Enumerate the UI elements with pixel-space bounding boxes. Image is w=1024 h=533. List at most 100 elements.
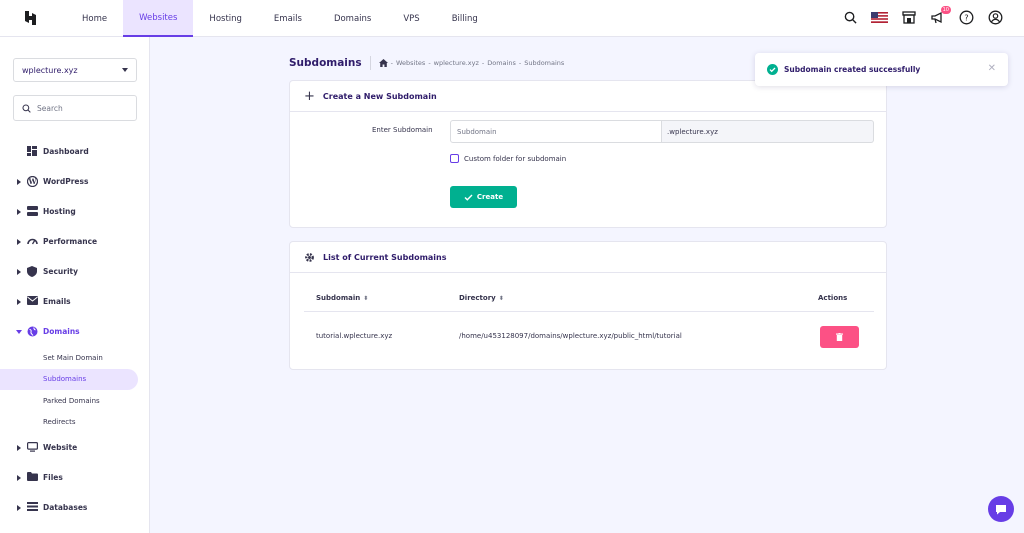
wordpress-icon: W bbox=[26, 175, 39, 188]
nav-link-websites[interactable]: Websites bbox=[123, 0, 194, 37]
chevron-down-icon bbox=[16, 330, 22, 334]
sidebar-item-hosting[interactable]: Hosting bbox=[0, 197, 150, 227]
column-directory-label: Directory bbox=[459, 294, 496, 302]
sidebar-item-dashboard[interactable]: Dashboard bbox=[0, 137, 150, 167]
globe-icon bbox=[27, 326, 38, 337]
sidebar-item-performance[interactable]: Performance bbox=[0, 227, 150, 257]
nav-link-emails[interactable]: Emails bbox=[258, 0, 318, 37]
sidebar-item-emails[interactable]: Emails bbox=[0, 287, 150, 317]
chevron-right-icon bbox=[17, 445, 21, 451]
sidebar-item-label: Website bbox=[43, 443, 78, 452]
table-header: Subdomain ⬍ Directory ⬍ Actions bbox=[304, 286, 874, 312]
breadcrumb-item[interactable]: Domains bbox=[487, 59, 516, 67]
gear-icon bbox=[305, 252, 314, 262]
nav-link-vps[interactable]: VPS bbox=[387, 0, 435, 37]
domain-suffix: .wplecture.xyz bbox=[662, 120, 874, 143]
chevron-right-icon bbox=[17, 239, 21, 245]
sidebar-item-label: Hosting bbox=[43, 207, 76, 216]
sidebar-item-label: Performance bbox=[43, 237, 98, 246]
sidebar-search-input[interactable]: Search bbox=[13, 95, 137, 121]
sort-icon: ⬍ bbox=[363, 294, 369, 302]
delete-button[interactable] bbox=[820, 326, 859, 348]
nav-link-domains[interactable]: Domains bbox=[318, 0, 387, 37]
dashboard-icon bbox=[27, 146, 38, 157]
success-toast: Subdomain created successfully ✕ bbox=[755, 53, 1008, 86]
sort-icon: ⬍ bbox=[498, 294, 504, 302]
breadcrumb-separator: - bbox=[390, 59, 393, 67]
check-icon bbox=[464, 194, 473, 201]
sidebar-search-placeholder: Search bbox=[37, 103, 63, 113]
website-selector[interactable]: wplecture.xyz bbox=[13, 58, 137, 82]
nav-link-hosting[interactable]: Hosting bbox=[193, 0, 258, 37]
page-header: Subdomains - Websites - wplecture.xyz - Domai… bbox=[289, 56, 564, 70]
hostinger-logo-icon[interactable] bbox=[24, 10, 40, 26]
chevron-right-icon bbox=[17, 475, 21, 481]
column-subdomain[interactable]: Subdomain ⬍ bbox=[316, 294, 368, 302]
toast-message: Subdomain created successfully bbox=[784, 65, 921, 74]
megaphone-icon[interactable]: 10 bbox=[929, 6, 951, 26]
column-subdomain-label: Subdomain bbox=[316, 294, 361, 302]
breadcrumb: - Websites - wplecture.xyz - Domains - Subdomai… bbox=[378, 59, 565, 67]
top-navbar: Home Websites Hosting Emails Domains VPS Billi… bbox=[0, 0, 1024, 37]
sidebar-item-files[interactable]: Files bbox=[0, 463, 150, 493]
sidebar-item-website[interactable]: Website bbox=[0, 433, 150, 463]
sidebar-menu: Dashboard W WordPress Hosting Performance Sec… bbox=[0, 137, 150, 523]
nav-link-home[interactable]: Home bbox=[66, 0, 123, 37]
subdomain-input[interactable]: Subdomain bbox=[450, 120, 662, 143]
home-icon[interactable] bbox=[378, 59, 388, 67]
close-icon[interactable]: ✕ bbox=[988, 63, 996, 74]
breadcrumb-item: Subdomains bbox=[524, 59, 565, 67]
sidebar-subitem-subdomains[interactable]: Subdomains bbox=[0, 368, 138, 390]
sidebar-item-domains[interactable]: Domains bbox=[0, 317, 150, 347]
monitor-icon bbox=[27, 442, 39, 453]
subdomain-list-card: List of Current Subdomains Subdomain ⬍ D… bbox=[289, 241, 887, 370]
sidebar-item-label: Databases bbox=[43, 503, 88, 512]
sidebar-subitem-redirects[interactable]: Redirects bbox=[0, 412, 150, 434]
us-flag-icon[interactable] bbox=[871, 9, 888, 26]
sidebar-item-label: Security bbox=[43, 267, 79, 276]
check-circle-icon bbox=[767, 64, 778, 75]
svg-text:W: W bbox=[28, 177, 37, 186]
create-subdomain-title: Create a New Subdomain bbox=[322, 91, 437, 101]
nav-link-billing[interactable]: Billing bbox=[436, 0, 494, 37]
nav-icons: 10 ? bbox=[842, 6, 1004, 26]
column-directory[interactable]: Directory ⬍ bbox=[459, 294, 504, 302]
sidebar-item-security[interactable]: Security bbox=[0, 257, 150, 287]
custom-folder-checkbox[interactable] bbox=[450, 154, 459, 163]
divider bbox=[369, 56, 371, 70]
create-button-label: Create bbox=[476, 193, 504, 201]
main-nav: Home Websites Hosting Emails Domains VPS Billi… bbox=[66, 0, 494, 37]
breadcrumb-item[interactable]: Websites bbox=[396, 59, 425, 67]
store-icon[interactable] bbox=[900, 9, 917, 26]
sidebar-subitem-parked-domains[interactable]: Parked Domains bbox=[0, 390, 150, 412]
breadcrumb-separator: - bbox=[428, 59, 431, 67]
row-subdomain: tutorial.wplecture.xyz bbox=[316, 332, 393, 340]
chevron-right-icon bbox=[17, 179, 21, 185]
sidebar-item-label: Domains bbox=[43, 327, 80, 336]
search-icon bbox=[22, 103, 31, 113]
subdomain-list-title: List of Current Subdomains bbox=[323, 252, 447, 262]
website-selector-value: wplecture.xyz bbox=[22, 65, 78, 75]
search-icon[interactable] bbox=[842, 9, 859, 26]
create-button[interactable]: Create bbox=[450, 186, 517, 208]
custom-folder-option: Custom folder for subdomain bbox=[450, 154, 566, 163]
gauge-icon bbox=[27, 236, 38, 247]
chevron-right-icon bbox=[17, 269, 21, 275]
chevron-down-icon bbox=[122, 68, 128, 72]
server-icon bbox=[27, 206, 38, 217]
table-row: tutorial.wplecture.xyz /home/u453128097/… bbox=[304, 313, 874, 360]
subdomain-list-header: List of Current Subdomains bbox=[290, 242, 886, 273]
account-icon[interactable] bbox=[987, 9, 1004, 26]
domain-suffix-text: .wplecture.xyz bbox=[667, 127, 718, 136]
sidebar-item-wordpress[interactable]: W WordPress bbox=[0, 167, 150, 197]
breadcrumb-item[interactable]: wplecture.xyz bbox=[434, 59, 479, 67]
plus-icon: + bbox=[304, 88, 315, 104]
chat-launcher-button[interactable] bbox=[988, 496, 1014, 522]
trash-icon bbox=[836, 333, 843, 341]
help-icon[interactable]: ? bbox=[958, 9, 975, 26]
notification-badge: 10 bbox=[940, 6, 951, 14]
chevron-right-icon bbox=[17, 505, 21, 511]
sidebar-item-databases[interactable]: Databases bbox=[0, 493, 150, 523]
sidebar-subitem-set-main-domain[interactable]: Set Main Domain bbox=[0, 347, 150, 369]
create-subdomain-card: + Create a New Subdomain Enter Subdomain… bbox=[289, 80, 887, 228]
